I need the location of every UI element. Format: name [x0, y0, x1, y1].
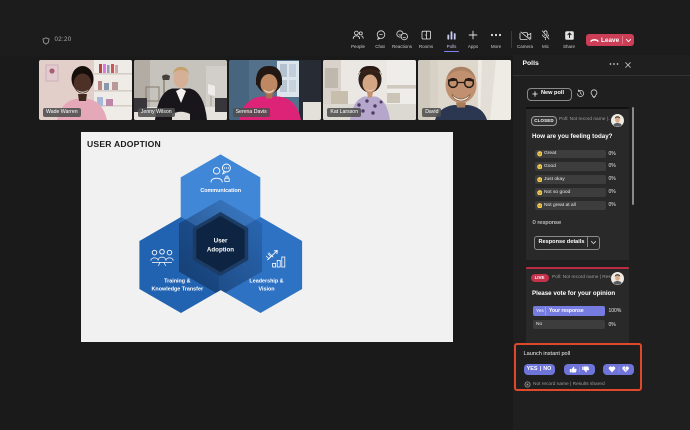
svg-text:Training &: Training & — [164, 279, 190, 285]
svg-text:Adoption: Adoption — [207, 247, 234, 254]
svg-text:Vision: Vision — [258, 287, 274, 293]
svg-text:User: User — [214, 238, 228, 245]
svg-text:Leadership &: Leadership & — [249, 279, 283, 285]
svg-text:Knowledge Transfer: Knowledge Transfer — [152, 287, 204, 293]
svg-text:Communication: Communication — [200, 188, 241, 194]
